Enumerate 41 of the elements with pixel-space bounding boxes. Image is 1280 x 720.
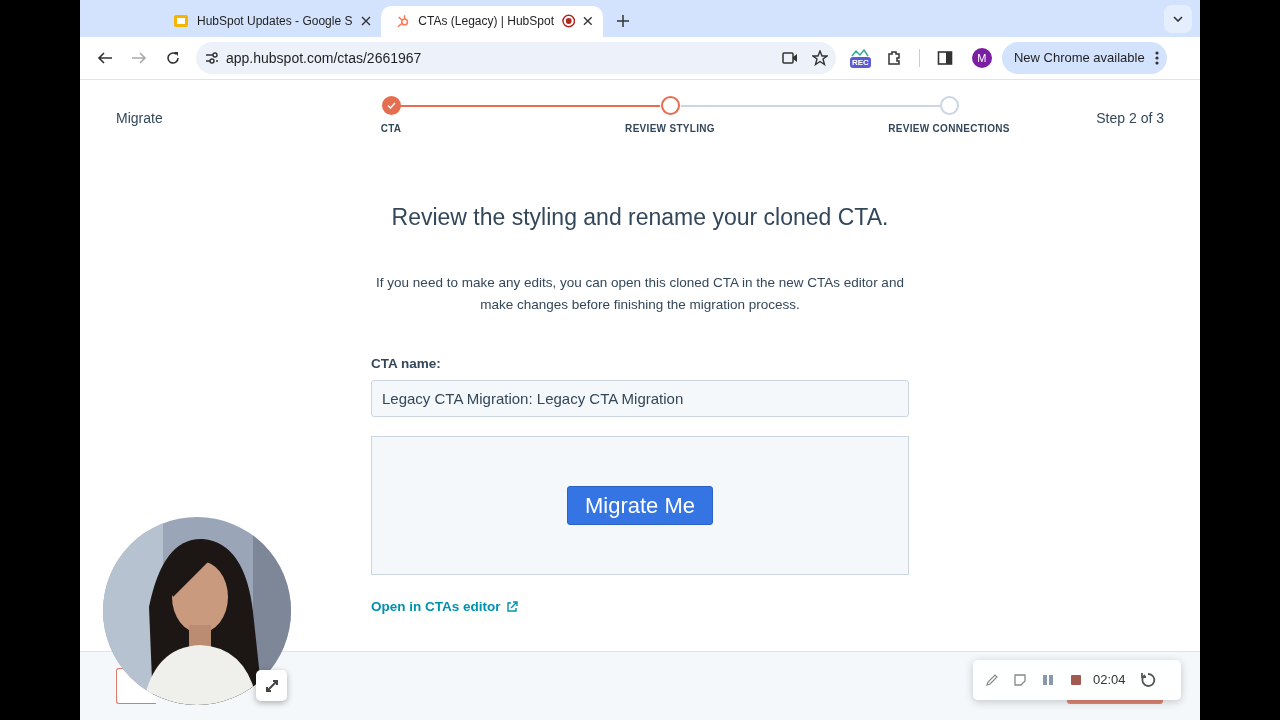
description-text: If you need to make any edits, you can open this cloned CTA in the new CTAs editor and make changes before finishing the migration process. <box>375 273 905 314</box>
side-panel-icon[interactable] <box>936 50 953 66</box>
browser-tab[interactable]: HubSpot Updates - Google S <box>159 6 381 37</box>
slides-icon <box>173 12 189 29</box>
check-icon <box>386 102 396 109</box>
tab-search-button[interactable] <box>1164 5 1192 33</box>
name-field[interactable]: Legacy CTA Migration: Legacy CTA Migration <box>371 379 909 417</box>
browser-tab[interactable]: CTAs (Legacy) | HubSpot <box>381 6 603 37</box>
page-title: Migrate <box>116 109 164 128</box>
page-heading: Review the styling and rename your cloned CTA. <box>391 204 889 232</box>
address-bar[interactable]: app.hubspot.com/ctas/2661967 <box>196 42 836 74</box>
puzzle-icon[interactable] <box>885 50 902 66</box>
back-icon[interactable] <box>97 50 113 66</box>
more-icon <box>1154 51 1159 65</box>
restart-icon[interactable] <box>1139 672 1156 688</box>
step-label: REVIEW CONNECTIONS <box>888 122 1010 136</box>
star-icon[interactable] <box>812 50 828 66</box>
step-label: REVIEW STYLING <box>625 122 715 136</box>
step-label: CTA <box>380 122 402 136</box>
cta-preview-button[interactable]: Migrate Me <box>566 485 713 525</box>
expand-icon <box>263 677 280 694</box>
note-icon[interactable] <box>1013 673 1027 687</box>
expand-button[interactable] <box>256 670 287 701</box>
pencil-icon[interactable] <box>985 673 999 687</box>
reload-icon[interactable] <box>165 50 181 66</box>
recording-timer: 02:04 <box>1093 671 1126 690</box>
field-label: CTA name: <box>371 354 442 373</box>
close-icon[interactable] <box>583 15 593 26</box>
step-counter: Step 2 of 3 <box>1095 109 1164 128</box>
sprocket-icon <box>395 12 411 29</box>
plus-icon[interactable] <box>617 15 629 27</box>
chevron-down-icon <box>1173 16 1183 22</box>
stop-icon[interactable] <box>1069 673 1083 687</box>
update-button[interactable]: New Chrome available <box>1001 42 1167 74</box>
settings-icon[interactable] <box>204 50 220 66</box>
camera-icon[interactable] <box>782 51 798 65</box>
external-link-icon <box>505 600 518 613</box>
profile-avatar[interactable]: M <box>971 48 992 68</box>
pause-icon[interactable] <box>1041 673 1055 687</box>
close-icon[interactable] <box>361 15 371 26</box>
editor-link[interactable]: Open in CTAs editor <box>371 596 518 618</box>
